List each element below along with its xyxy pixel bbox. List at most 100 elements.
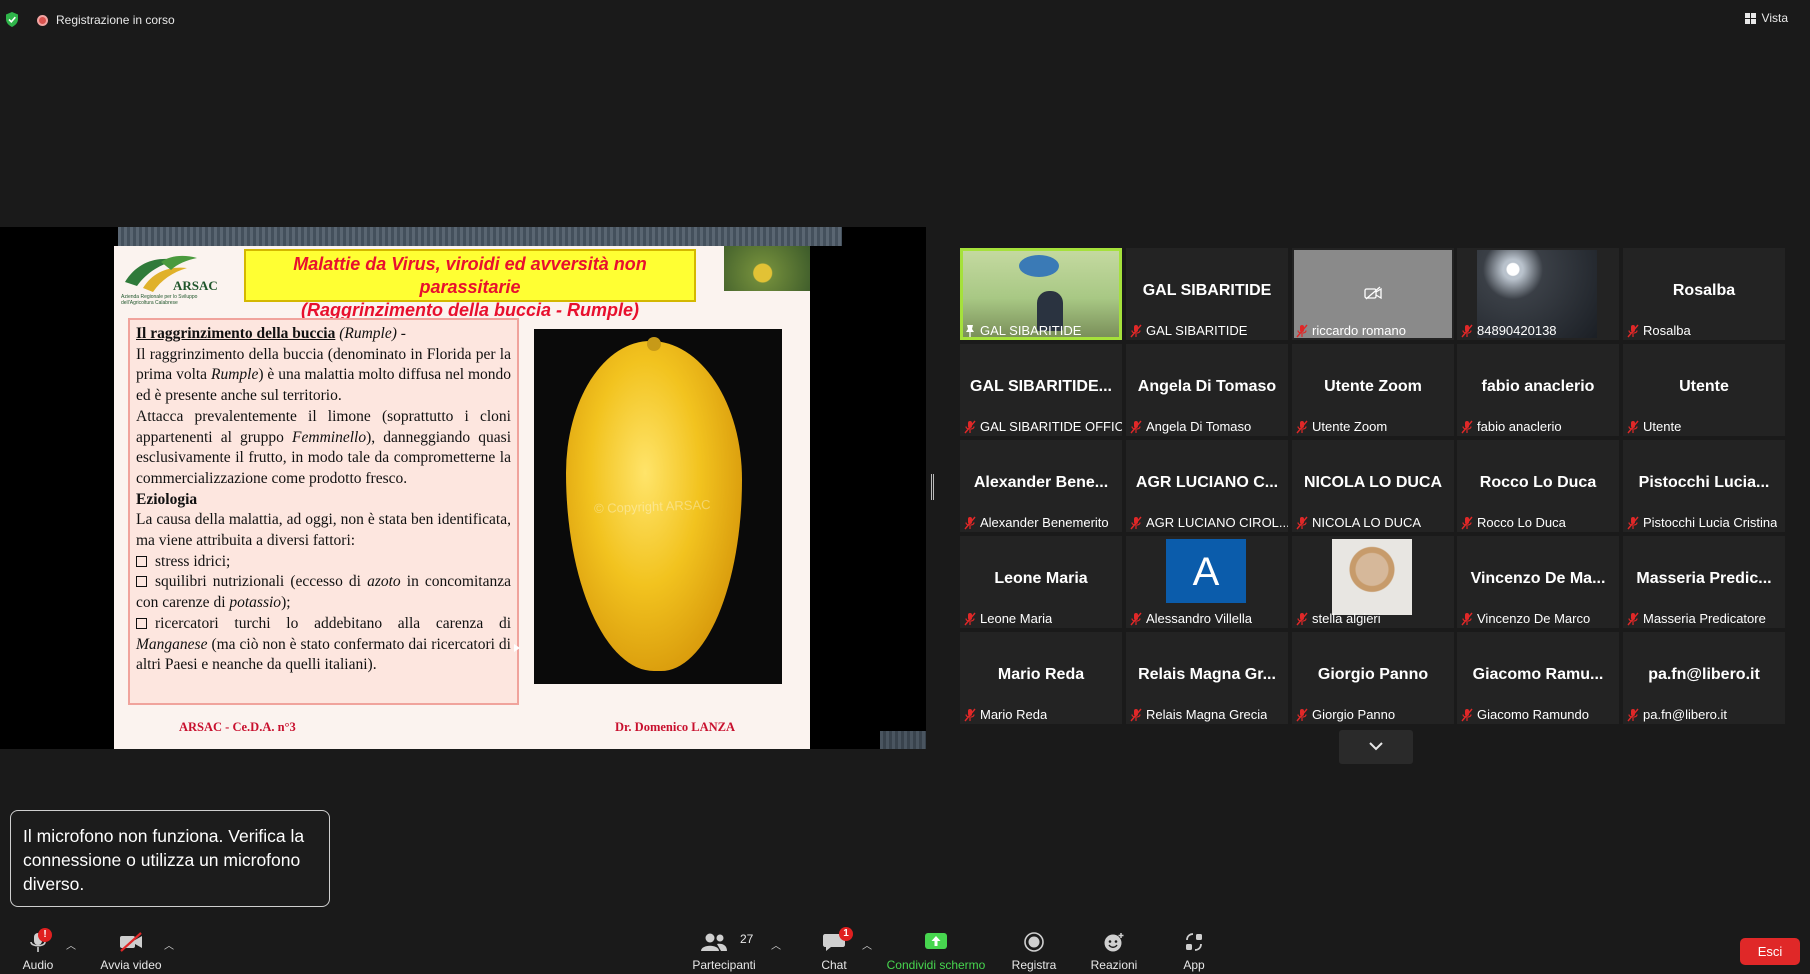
participant-display-name: Vincenzo De Ma... xyxy=(1470,570,1606,587)
mouse-cursor-icon xyxy=(514,644,520,652)
participant-tile[interactable]: Masseria Predic... Masseria Predicatore xyxy=(1623,536,1785,628)
participant-tile[interactable]: Relais Magna Gr... Relais Magna Grecia xyxy=(1126,632,1288,724)
participant-display-name: Giacomo Ramu... xyxy=(1472,666,1604,683)
participant-tile[interactable]: A Alessandro Villella xyxy=(1126,536,1288,628)
audio-options-caret-icon[interactable]: ︿ xyxy=(66,937,76,952)
share-screen-icon xyxy=(925,933,947,949)
participant-name-label: AGR LUCIANO CIROL... xyxy=(1130,515,1288,530)
participant-tile[interactable]: stella algieri xyxy=(1292,536,1454,628)
participant-tile[interactable]: Alexander Bene... Alexander Benemerito xyxy=(960,440,1122,532)
lemon-tree-image xyxy=(724,246,810,291)
slide-bullet-1: stress idrici; xyxy=(136,552,511,573)
participant-name: stella algieri xyxy=(1312,611,1381,626)
participant-tile[interactable]: GAL SIBARITIDE GAL SIBARITIDE xyxy=(1126,248,1288,340)
microphone-muted-icon xyxy=(964,516,976,529)
participant-name: Rocco Lo Duca xyxy=(1477,515,1566,530)
participant-display-name: Masseria Predic... xyxy=(1636,570,1772,587)
participant-name: NICOLA LO DUCA xyxy=(1312,515,1422,530)
participant-tile[interactable]: Mario Reda Mario Reda xyxy=(960,632,1122,724)
participant-name: GAL SIBARITIDE OFFICE xyxy=(980,419,1122,434)
participant-tile[interactable]: 84890420138 xyxy=(1457,248,1619,340)
view-button[interactable]: Vista xyxy=(1744,11,1788,25)
slide-title-banner: Malattie da Virus, viroidi ed avversità … xyxy=(244,249,696,320)
microphone-muted-icon xyxy=(1130,516,1142,529)
gallery-next-page-button[interactable] xyxy=(1339,730,1413,764)
participant-name: Masseria Predicatore xyxy=(1643,611,1766,626)
participant-name: GAL SIBARITIDE xyxy=(980,323,1082,338)
participant-tile[interactable]: NICOLA LO DUCA NICOLA LO DUCA xyxy=(1292,440,1454,532)
shared-screen[interactable]: ARSAC Azienda Regionale per lo Sviluppo … xyxy=(0,227,926,749)
microphone-muted-icon xyxy=(1627,516,1639,529)
participants-count: 27 xyxy=(740,932,754,946)
chat-options-caret-icon[interactable]: ︿ xyxy=(862,937,872,952)
participant-name-label: pa.fn@libero.it xyxy=(1627,707,1727,722)
participant-name-label: Alessandro Villella xyxy=(1130,611,1252,626)
participant-tile[interactable]: GAL SIBARITIDE... GAL SIBARITIDE OFFICE xyxy=(960,344,1122,436)
toast-message: Il microfono non funziona. Verifica la c… xyxy=(23,826,305,894)
participant-display-name: Rocco Lo Duca xyxy=(1479,474,1597,491)
participant-tile[interactable]: Angela Di Tomaso Angela Di Tomaso xyxy=(1126,344,1288,436)
participant-name: Giacomo Ramundo xyxy=(1477,707,1589,722)
participant-tile[interactable]: Utente Utente xyxy=(1623,344,1785,436)
participants-label: Partecipanti xyxy=(692,958,756,972)
audio-warning-badge: ! xyxy=(38,928,52,942)
microphone-muted-icon xyxy=(1461,708,1473,721)
camera-off-icon xyxy=(1364,286,1382,300)
record-label: Registra xyxy=(1011,958,1057,972)
participant-tile[interactable]: pa.fn@libero.it pa.fn@libero.it xyxy=(1623,632,1785,724)
participant-name: Pistocchi Lucia Cristina xyxy=(1643,515,1778,530)
slide-paragraph-1: Il raggrinzimento della buccia (denomina… xyxy=(136,345,512,405)
participant-tile[interactable]: GAL SIBARITIDE xyxy=(960,248,1122,340)
participant-tile[interactable]: riccardo romano xyxy=(1292,248,1454,340)
participant-name-label: Relais Magna Grecia xyxy=(1130,707,1267,722)
participant-tile[interactable]: Pistocchi Lucia... Pistocchi Lucia Cristi… xyxy=(1623,440,1785,532)
apps-label: App xyxy=(1183,958,1205,972)
participant-name: Utente xyxy=(1643,419,1682,434)
microphone-muted-icon xyxy=(1130,612,1142,625)
participant-tile[interactable]: Giorgio Panno Giorgio Panno xyxy=(1292,632,1454,724)
recording-indicator[interactable]: Registrazione in corso xyxy=(37,13,175,27)
recording-label: Registrazione in corso xyxy=(56,13,175,27)
participant-display-name: Mario Reda xyxy=(997,666,1085,683)
speaker-pin-icon xyxy=(966,324,974,337)
security-shield-icon[interactable] xyxy=(5,12,19,27)
participant-name-label: 84890420138 xyxy=(1461,323,1557,338)
participant-name: Rosalba xyxy=(1643,323,1691,338)
leave-meeting-button[interactable]: Esci xyxy=(1740,938,1800,965)
microphone-muted-icon xyxy=(964,612,976,625)
participants-options-caret-icon[interactable]: ︿ xyxy=(771,937,781,952)
participant-display-name: NICOLA LO DUCA xyxy=(1303,474,1443,491)
microphone-muted-icon xyxy=(1296,324,1308,337)
participant-name: Giorgio Panno xyxy=(1312,707,1396,722)
participant-tile[interactable]: Rosalba Rosalba xyxy=(1623,248,1785,340)
participant-tile[interactable]: fabio anaclerio fabio anaclerio xyxy=(1457,344,1619,436)
participant-tile[interactable]: AGR LUCIANO C... AGR LUCIANO CIROL... xyxy=(1126,440,1288,532)
checkbox-bullet-icon xyxy=(136,617,147,629)
participant-name-label: GAL SIBARITIDE OFFICE xyxy=(964,419,1122,434)
participant-display-name: Relais Magna Gr... xyxy=(1138,666,1276,683)
resize-handle[interactable] xyxy=(931,474,934,500)
participant-name-label: Leone Maria xyxy=(964,611,1052,626)
slide-heading: Il raggrinzimento della buccia (Rumple) … xyxy=(136,325,406,342)
participant-name-label: Pistocchi Lucia Cristina xyxy=(1627,515,1777,530)
microphone-muted-icon xyxy=(1296,420,1308,433)
grid-view-icon xyxy=(1744,12,1756,24)
view-label: Vista xyxy=(1761,11,1788,25)
slide-title-line1: Malattie da Virus, viroidi ed avversità … xyxy=(293,254,647,297)
share-screen-label: Condividi schermo xyxy=(886,958,986,972)
participant-tile[interactable]: Giacomo Ramu... Giacomo Ramundo xyxy=(1457,632,1619,724)
participant-display-name: GAL SIBARITIDE... xyxy=(970,378,1112,395)
slide-bullet-2: squilibri nutrizionali (eccesso di azoto… xyxy=(136,573,511,612)
microphone-muted-icon xyxy=(964,708,976,721)
participant-tile[interactable]: Utente Zoom Utente Zoom xyxy=(1292,344,1454,436)
participant-name-label: NICOLA LO DUCA xyxy=(1296,515,1421,530)
top-bar: Registrazione in corso Vista xyxy=(0,0,1810,38)
chat-label: Chat xyxy=(821,958,847,972)
participant-display-name: Angela Di Tomaso xyxy=(1137,378,1277,395)
video-options-caret-icon[interactable]: ︿ xyxy=(164,937,174,952)
participant-name: Vincenzo De Marco xyxy=(1477,611,1591,626)
microphone-muted-icon xyxy=(1296,516,1308,529)
participant-tile[interactable]: Vincenzo De Ma... Vincenzo De Marco xyxy=(1457,536,1619,628)
participant-tile[interactable]: Rocco Lo Duca Rocco Lo Duca xyxy=(1457,440,1619,532)
participant-tile[interactable]: Leone Maria Leone Maria xyxy=(960,536,1122,628)
